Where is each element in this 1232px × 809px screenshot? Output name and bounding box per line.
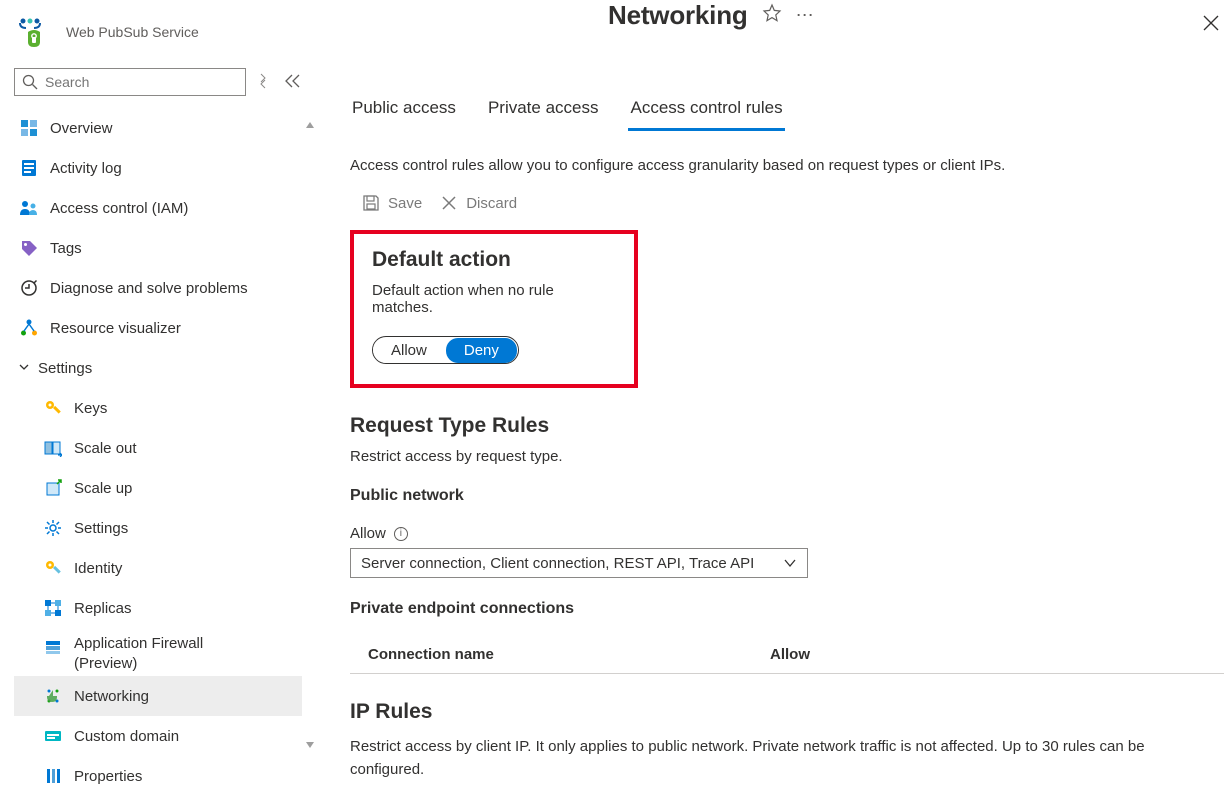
diagnose-icon xyxy=(18,277,40,299)
service-header: Web PubSub Service xyxy=(14,8,310,68)
request-type-rules-desc: Restrict access by request type. xyxy=(350,448,1224,465)
allow-select-value: Server connection, Client connection, RE… xyxy=(361,555,754,572)
close-blade-icon[interactable] xyxy=(1202,14,1220,35)
sidebar: Web PubSub Service Over xyxy=(0,0,310,809)
nav-label: Networking xyxy=(74,688,149,705)
networking-icon xyxy=(42,685,64,707)
gear-icon xyxy=(42,517,64,539)
nav-label: Identity xyxy=(74,560,122,577)
nav-label: Overview xyxy=(50,120,113,137)
nav-item-replicas[interactable]: Replicas xyxy=(14,588,302,628)
nav-label: Replicas xyxy=(74,600,132,617)
nav-label: Application Firewall (Preview) xyxy=(74,634,234,675)
sidebar-search[interactable] xyxy=(14,68,246,96)
toggle-option-allow[interactable]: Allow xyxy=(373,338,445,363)
webpubsub-service-icon xyxy=(16,14,52,50)
nav-label: Diagnose and solve problems xyxy=(50,280,248,297)
page-title: Networking xyxy=(606,0,748,31)
chevron-down-icon xyxy=(18,360,30,377)
default-action-toggle[interactable]: Allow Deny xyxy=(372,336,519,364)
nav-label: Resource visualizer xyxy=(50,320,181,337)
custom-domain-icon xyxy=(42,725,64,747)
nav-item-identity[interactable]: Identity xyxy=(14,548,302,588)
col-allow: Allow xyxy=(770,646,810,663)
resource-visualizer-icon xyxy=(18,317,40,339)
access-control-icon xyxy=(18,197,40,219)
nav-label: Scale up xyxy=(74,480,132,497)
nav-label: Settings xyxy=(74,520,128,537)
nav-item-resource-visualizer[interactable]: Resource visualizer xyxy=(14,308,302,348)
nav-item-activity-log[interactable]: Activity log xyxy=(14,148,302,188)
chevron-down-icon xyxy=(783,556,797,570)
default-action-subtitle: Default action when no rule matches. xyxy=(372,282,616,316)
discard-label: Discard xyxy=(466,195,517,212)
nav-label: Access control (IAM) xyxy=(50,200,188,217)
keys-icon xyxy=(42,397,64,419)
nav-label: Keys xyxy=(74,400,107,417)
allow-request-types-select[interactable]: Server connection, Client connection, RE… xyxy=(350,548,808,578)
replicas-icon xyxy=(42,597,64,619)
ip-rules-desc: Restrict access by client IP. It only ap… xyxy=(350,736,1210,781)
favorite-star-icon[interactable] xyxy=(762,3,782,29)
identity-icon xyxy=(42,557,64,579)
discard-icon xyxy=(440,194,458,212)
nav-item-keys[interactable]: Keys xyxy=(14,388,302,428)
nav-label: Custom domain xyxy=(74,728,179,745)
nav-label: Scale out xyxy=(74,440,137,457)
save-label: Save xyxy=(388,195,422,212)
nav-item-overview[interactable]: Overview xyxy=(14,108,302,148)
pec-table-header: Connection name Allow xyxy=(350,626,1224,674)
scale-out-icon xyxy=(42,437,64,459)
service-name: Web PubSub Service xyxy=(66,24,199,40)
settings-group-header[interactable]: Settings xyxy=(14,348,302,388)
toggle-option-deny[interactable]: Deny xyxy=(446,338,517,363)
nav-item-scale-out[interactable]: Scale out xyxy=(14,428,302,468)
nav-item-scale-up[interactable]: Scale up xyxy=(14,468,302,508)
private-endpoint-connections-header: Private endpoint connections xyxy=(350,600,1224,618)
overview-icon xyxy=(18,117,40,139)
tab-description: Access control rules allow you to config… xyxy=(350,157,1224,174)
nav-label: Properties xyxy=(74,768,142,785)
nav-item-application-firewall[interactable]: Application Firewall (Preview) xyxy=(14,628,302,676)
nav-label: Activity log xyxy=(50,160,122,177)
search-icon xyxy=(21,73,39,91)
public-network-header: Public network xyxy=(350,487,1224,505)
nav-item-settings[interactable]: Settings xyxy=(14,508,302,548)
nav-item-networking[interactable]: Networking xyxy=(14,676,302,716)
nav-item-custom-domain[interactable]: Custom domain xyxy=(14,716,302,756)
expand-handle-icon[interactable] xyxy=(258,73,268,92)
tab-public-access[interactable]: Public access xyxy=(350,92,458,131)
nav-item-properties[interactable]: Properties xyxy=(14,756,302,796)
request-type-rules-title: Request Type Rules xyxy=(350,414,1224,438)
nav-item-access-control[interactable]: Access control (IAM) xyxy=(14,188,302,228)
toolbar: Save Discard xyxy=(350,194,1224,212)
networking-tabs: Public access Private access Access cont… xyxy=(350,92,1224,131)
more-actions-icon[interactable]: ⋯ xyxy=(796,5,816,26)
activity-log-icon xyxy=(18,157,40,179)
info-icon[interactable]: i xyxy=(394,527,408,541)
ip-rules-title: IP Rules xyxy=(350,700,1224,724)
collapse-sidebar-icon[interactable] xyxy=(284,74,300,91)
nav-item-tags[interactable]: Tags xyxy=(14,228,302,268)
nav-label: Tags xyxy=(50,240,82,257)
properties-icon xyxy=(42,765,64,787)
allow-field-label: Allow xyxy=(350,525,386,542)
scale-up-icon xyxy=(42,477,64,499)
nav-item-diagnose[interactable]: Diagnose and solve problems xyxy=(14,268,302,308)
tags-icon xyxy=(18,237,40,259)
tab-private-access[interactable]: Private access xyxy=(486,92,601,131)
col-connection-name: Connection name xyxy=(350,646,770,663)
save-icon xyxy=(362,194,380,212)
save-button[interactable]: Save xyxy=(362,194,422,212)
default-action-section: Default action Default action when no ru… xyxy=(350,230,638,388)
sidebar-search-input[interactable] xyxy=(15,74,245,90)
tab-access-control-rules[interactable]: Access control rules xyxy=(628,92,784,131)
settings-group-label: Settings xyxy=(38,360,92,377)
default-action-title: Default action xyxy=(372,248,616,272)
discard-button[interactable]: Discard xyxy=(440,194,517,212)
application-firewall-icon xyxy=(42,636,64,658)
